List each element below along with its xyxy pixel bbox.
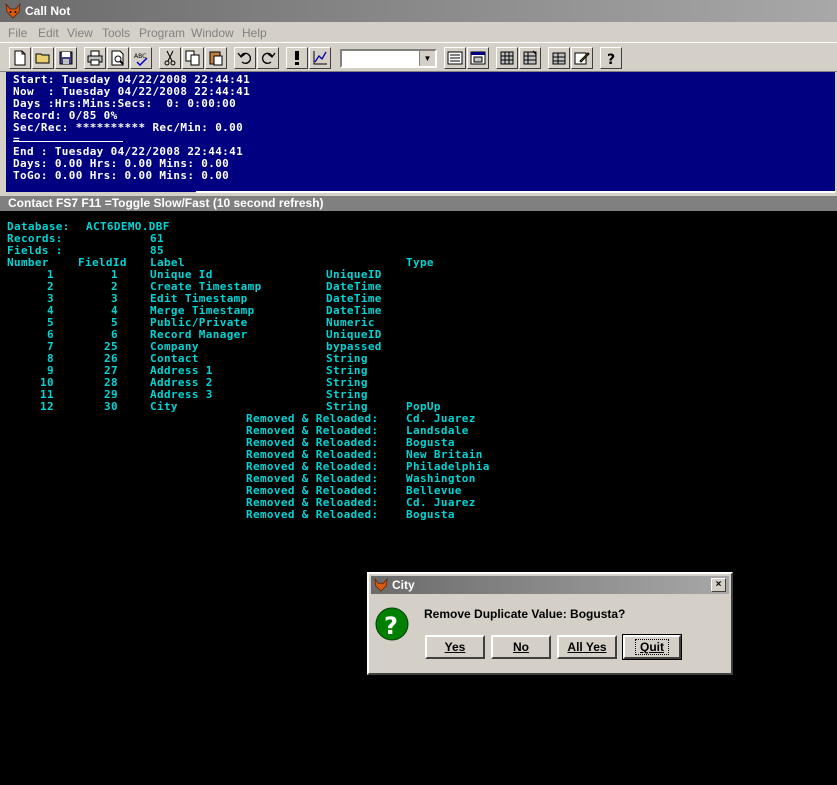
menu-view[interactable]: View	[67, 26, 93, 40]
svg-text:?: ?	[384, 612, 398, 640]
undo-icon	[237, 52, 251, 64]
question-icon: ?	[375, 607, 409, 641]
header-type: Type	[406, 256, 434, 269]
copy-button[interactable]	[182, 47, 204, 69]
menu-edit[interactable]: Edit	[38, 26, 59, 40]
console-output: Database: ACT6DEMO.DBF Records: 61 Field…	[0, 211, 837, 785]
toolbar: ABC ▼ ?	[0, 42, 837, 72]
paste-button[interactable]	[205, 47, 227, 69]
form-icon	[447, 51, 463, 65]
window-title: Call Not	[25, 4, 71, 18]
menu-help[interactable]: Help	[242, 26, 267, 40]
menu-window[interactable]: Window	[191, 26, 234, 40]
field-row-fieldid: 30	[104, 400, 118, 413]
dialog-title: City	[392, 578, 415, 592]
reload-value: Bogusta	[406, 508, 455, 521]
reload-prefix: Removed & Reloaded:	[246, 508, 379, 521]
new-file-icon	[14, 50, 26, 66]
status-togo: ToGo: 0.00 Hrs: 0.00 Mins: 0.00	[13, 169, 230, 182]
chevron-down-icon[interactable]: ▼	[419, 51, 435, 66]
menu-bar: File Edit View Tools Program Window Help	[0, 22, 837, 42]
fox-app-icon	[5, 3, 21, 19]
grid-a-icon	[500, 51, 514, 65]
paste-icon	[209, 51, 223, 66]
yes-button[interactable]: Yes	[425, 635, 485, 659]
grid-b-button[interactable]	[519, 47, 541, 69]
help-button[interactable]: ?	[600, 47, 622, 69]
edit-note-button[interactable]	[571, 47, 593, 69]
grid-b-icon	[523, 50, 537, 65]
toolbar-combo[interactable]: ▼	[340, 49, 437, 68]
menu-file[interactable]: File	[8, 26, 27, 40]
hint-strip: Contact FS7 F11 =Toggle Slow/Fast (10 se…	[0, 196, 837, 211]
quit-button[interactable]: Quit	[622, 634, 682, 660]
spellcheck-icon: ABC	[134, 53, 148, 66]
menu-tools[interactable]: Tools	[102, 26, 130, 40]
duplicate-value-dialog: City × ? Remove Duplicate Value: Bogusta…	[367, 572, 733, 675]
header-number: Number	[7, 256, 49, 269]
edit-note-icon	[574, 52, 590, 65]
spellcheck-button[interactable]: ABC	[130, 47, 152, 69]
exclamation-icon	[295, 51, 299, 65]
save-button[interactable]	[55, 47, 77, 69]
print-preview-button[interactable]	[107, 47, 129, 69]
svg-text:?: ?	[607, 52, 615, 66]
open-folder-icon	[35, 53, 50, 64]
redo-button[interactable]	[257, 47, 279, 69]
header-fieldid: FieldId	[78, 256, 127, 269]
print-icon	[87, 50, 103, 66]
window-icon	[470, 51, 486, 65]
run-button[interactable]	[286, 47, 308, 69]
cut-icon	[164, 50, 176, 66]
grid-c-button[interactable]	[548, 47, 570, 69]
chart-icon	[313, 51, 327, 65]
print-button[interactable]	[84, 47, 106, 69]
svg-text:ABC: ABC	[134, 53, 146, 60]
undo-button[interactable]	[234, 47, 256, 69]
form-button[interactable]	[444, 47, 466, 69]
dialog-message: Remove Duplicate Value: Bogusta?	[424, 607, 626, 621]
grid-c-icon	[552, 52, 566, 65]
window-button[interactable]	[467, 47, 489, 69]
menu-program[interactable]: Program	[139, 26, 185, 40]
help-icon: ?	[607, 52, 615, 66]
field-row-number: 12	[40, 400, 54, 413]
dialog-title-bar[interactable]: City ×	[371, 576, 729, 594]
new-file-button[interactable]	[9, 47, 31, 69]
fox-app-icon	[374, 578, 388, 592]
chart-button[interactable]	[309, 47, 331, 69]
open-folder-button[interactable]	[32, 47, 54, 69]
no-button[interactable]: No	[491, 635, 551, 659]
grid-a-button[interactable]	[496, 47, 518, 69]
close-icon: ×	[715, 579, 722, 590]
copy-icon	[185, 50, 200, 66]
window-title-bar[interactable]: Call Not	[0, 0, 837, 22]
close-button[interactable]: ×	[711, 578, 726, 592]
save-icon	[59, 51, 73, 65]
cut-button[interactable]	[159, 47, 181, 69]
redo-icon	[262, 52, 276, 64]
status-bottom-rule	[196, 191, 835, 193]
field-row-label: City	[150, 400, 178, 413]
status-divider	[13, 141, 123, 142]
print-preview-icon	[111, 50, 124, 66]
status-panel: Start: Tuesday 04/22/2008 22:44:41 Now :…	[6, 72, 835, 193]
all-yes-button[interactable]: All Yes	[557, 635, 617, 659]
status-rate: Sec/Rec: ********** Rec/Min: 0.00	[13, 121, 244, 134]
quit-button-label: Quit	[635, 639, 669, 655]
